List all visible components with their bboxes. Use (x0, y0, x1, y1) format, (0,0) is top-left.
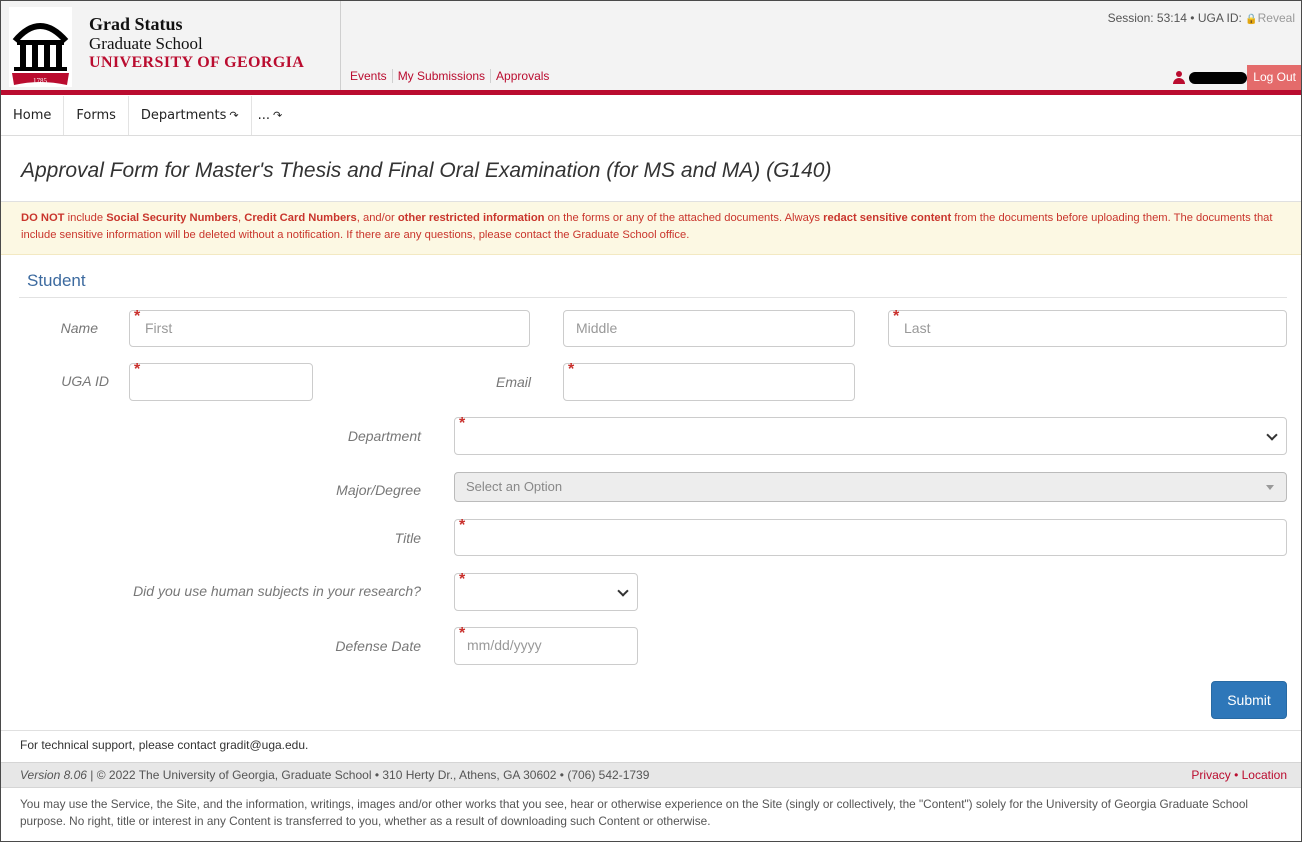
defense-date-placeholder: mm/dd/yyyy (467, 637, 542, 653)
nav-my-submissions-link[interactable]: My Submissions (393, 69, 492, 83)
svg-text:1785: 1785 (33, 77, 48, 85)
chevron-down-icon (617, 585, 629, 597)
legal-notice: You may use the Service, the Site, and t… (20, 797, 1249, 828)
required-marker: * (459, 571, 466, 588)
first-name-input[interactable]: * First (129, 308, 530, 347)
required-marker: * (459, 517, 466, 534)
version-text: Version 8.06 (20, 768, 87, 782)
session-info: Session: 53:14 • UGA ID: 🔒Reveal (1108, 11, 1295, 25)
thesis-title-input[interactable]: * (454, 517, 1287, 556)
support-text: For technical support, please contact gr… (20, 738, 309, 752)
uga-arch-logo[interactable]: 1785 (9, 7, 72, 87)
required-marker: * (134, 308, 141, 325)
defense-date-input[interactable]: * mm/dd/yyyy (454, 625, 638, 665)
required-marker: * (459, 415, 466, 432)
brand-title: Grad Status (89, 14, 183, 34)
uga-id-label: UGA ID (61, 373, 109, 389)
required-marker: * (568, 361, 575, 378)
middle-name-input[interactable]: Middle (563, 310, 855, 347)
name-label: Name (60, 320, 98, 336)
subnav-departments-label: Departments (140, 108, 227, 123)
lock-icon: 🔒 (1245, 14, 1258, 25)
reveal-link[interactable]: Reveal (1258, 11, 1295, 25)
section-divider (19, 297, 1287, 298)
title-label: Title (394, 530, 421, 546)
subnav-departments[interactable]: Departments ↷ (129, 96, 252, 135)
logout-button[interactable]: Log Out (1247, 65, 1301, 90)
last-name-placeholder: Last (904, 320, 931, 336)
footer-bar: Version 8.06 | © 2022 The University of … (1, 762, 1301, 788)
nav-approvals-link[interactable]: Approvals (491, 69, 554, 83)
caret-down-icon (1266, 485, 1274, 490)
warning-text: on the forms or any of the attached docu… (544, 212, 824, 224)
copyright-text: | © 2022 The University of Georgia, Grad… (86, 768, 650, 782)
major-degree-label: Major/Degree (336, 482, 421, 498)
nav-events-link[interactable]: Events (345, 69, 393, 83)
submit-button[interactable]: Submit (1211, 681, 1287, 719)
dropdown-arrow-icon: ↷ (273, 109, 283, 122)
major-degree-select[interactable]: Select an Option (454, 472, 1287, 502)
header-red-rule (1, 90, 1301, 95)
subnav-more-label: ... (257, 108, 270, 123)
session-text: Session: 53:14 • UGA ID: (1107, 11, 1242, 25)
defense-date-label: Defense Date (335, 638, 421, 654)
department-select[interactable]: * (454, 415, 1287, 455)
redacted-username (1189, 71, 1248, 84)
subnav-forms[interactable]: Forms (64, 96, 129, 135)
last-name-input[interactable]: * Last (888, 308, 1287, 347)
section-title-student: Student (27, 271, 86, 290)
brand-subtitle: Graduate School (89, 34, 203, 53)
chevron-down-icon (1266, 429, 1278, 441)
email-label: Email (495, 374, 531, 390)
sensitive-info-warning: DO NOT include Social Security Numbers , … (1, 202, 1301, 255)
major-degree-placeholder: Select an Option (466, 479, 563, 494)
subnav-home[interactable]: Home (1, 96, 65, 135)
uga-id-input[interactable]: * (129, 361, 313, 401)
warning-text: include (64, 212, 107, 224)
top-nav: Events My Submissions Approvals (345, 69, 554, 83)
warning-text: DO NOT (21, 212, 65, 224)
footer-link-separator: • (1230, 768, 1242, 782)
warning-text: redact sensitive content (823, 212, 952, 224)
warning-text: , and/or (356, 212, 398, 224)
footer-divider (1, 730, 1301, 731)
warning-text: Social Security Numbers (106, 212, 239, 224)
human-subjects-label: Did you use human subjects in your resea… (133, 583, 421, 599)
email-input[interactable]: * (563, 361, 855, 401)
user-icon (1172, 70, 1186, 85)
first-name-placeholder: First (145, 320, 173, 336)
header: 1785 Grad Status Graduate School UNIVERS… (1, 1, 1301, 91)
middle-name-placeholder: Middle (576, 320, 618, 336)
subnav-more[interactable]: ... ↷ (252, 96, 295, 135)
page-title: Approval Form for Master's Thesis and Fi… (21, 159, 832, 182)
header-divider (340, 1, 341, 91)
footer-links: Privacy • Location (1191, 763, 1287, 788)
arch-icon: 1785 (12, 23, 69, 85)
warning-text: other restricted information (397, 212, 545, 224)
brand: Grad Status Graduate School UNIVERSITY O… (89, 15, 304, 72)
user-area: Log Out (1172, 65, 1301, 90)
privacy-link[interactable]: Privacy (1191, 768, 1230, 782)
secondary-nav: Home Forms Departments ↷ ... ↷ (1, 96, 1301, 136)
required-marker: * (893, 308, 900, 325)
location-link[interactable]: Location (1242, 768, 1287, 782)
required-marker: * (134, 361, 141, 378)
brand-university: UNIVERSITY OF GEORGIA (89, 54, 305, 71)
warning-text: Credit Card Numbers (244, 212, 357, 224)
department-label: Department (347, 428, 421, 444)
dropdown-arrow-icon: ↷ (229, 109, 239, 122)
human-subjects-select[interactable]: * (454, 571, 638, 611)
required-marker: * (459, 625, 466, 642)
